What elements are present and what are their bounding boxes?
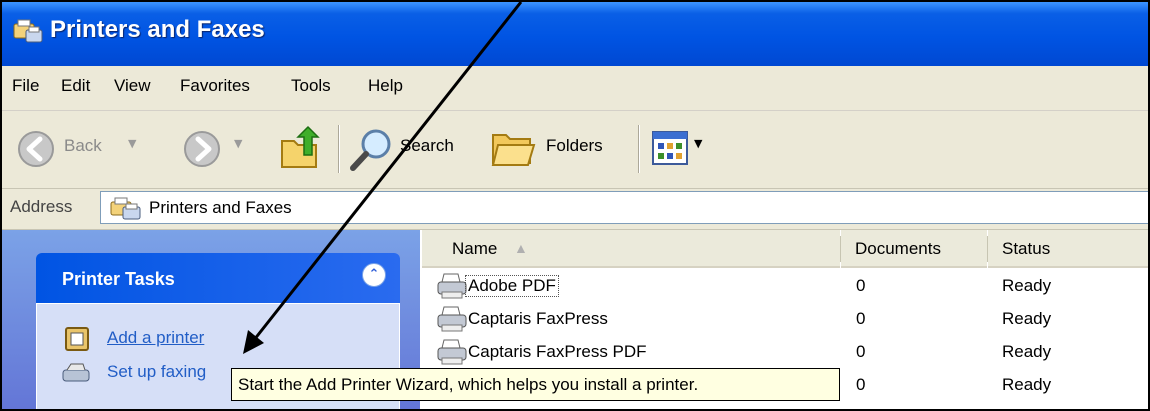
annotation-arrow-icon <box>243 2 523 354</box>
explorer-window: Printers and Faxes File Edit View Favori… <box>0 0 1150 411</box>
